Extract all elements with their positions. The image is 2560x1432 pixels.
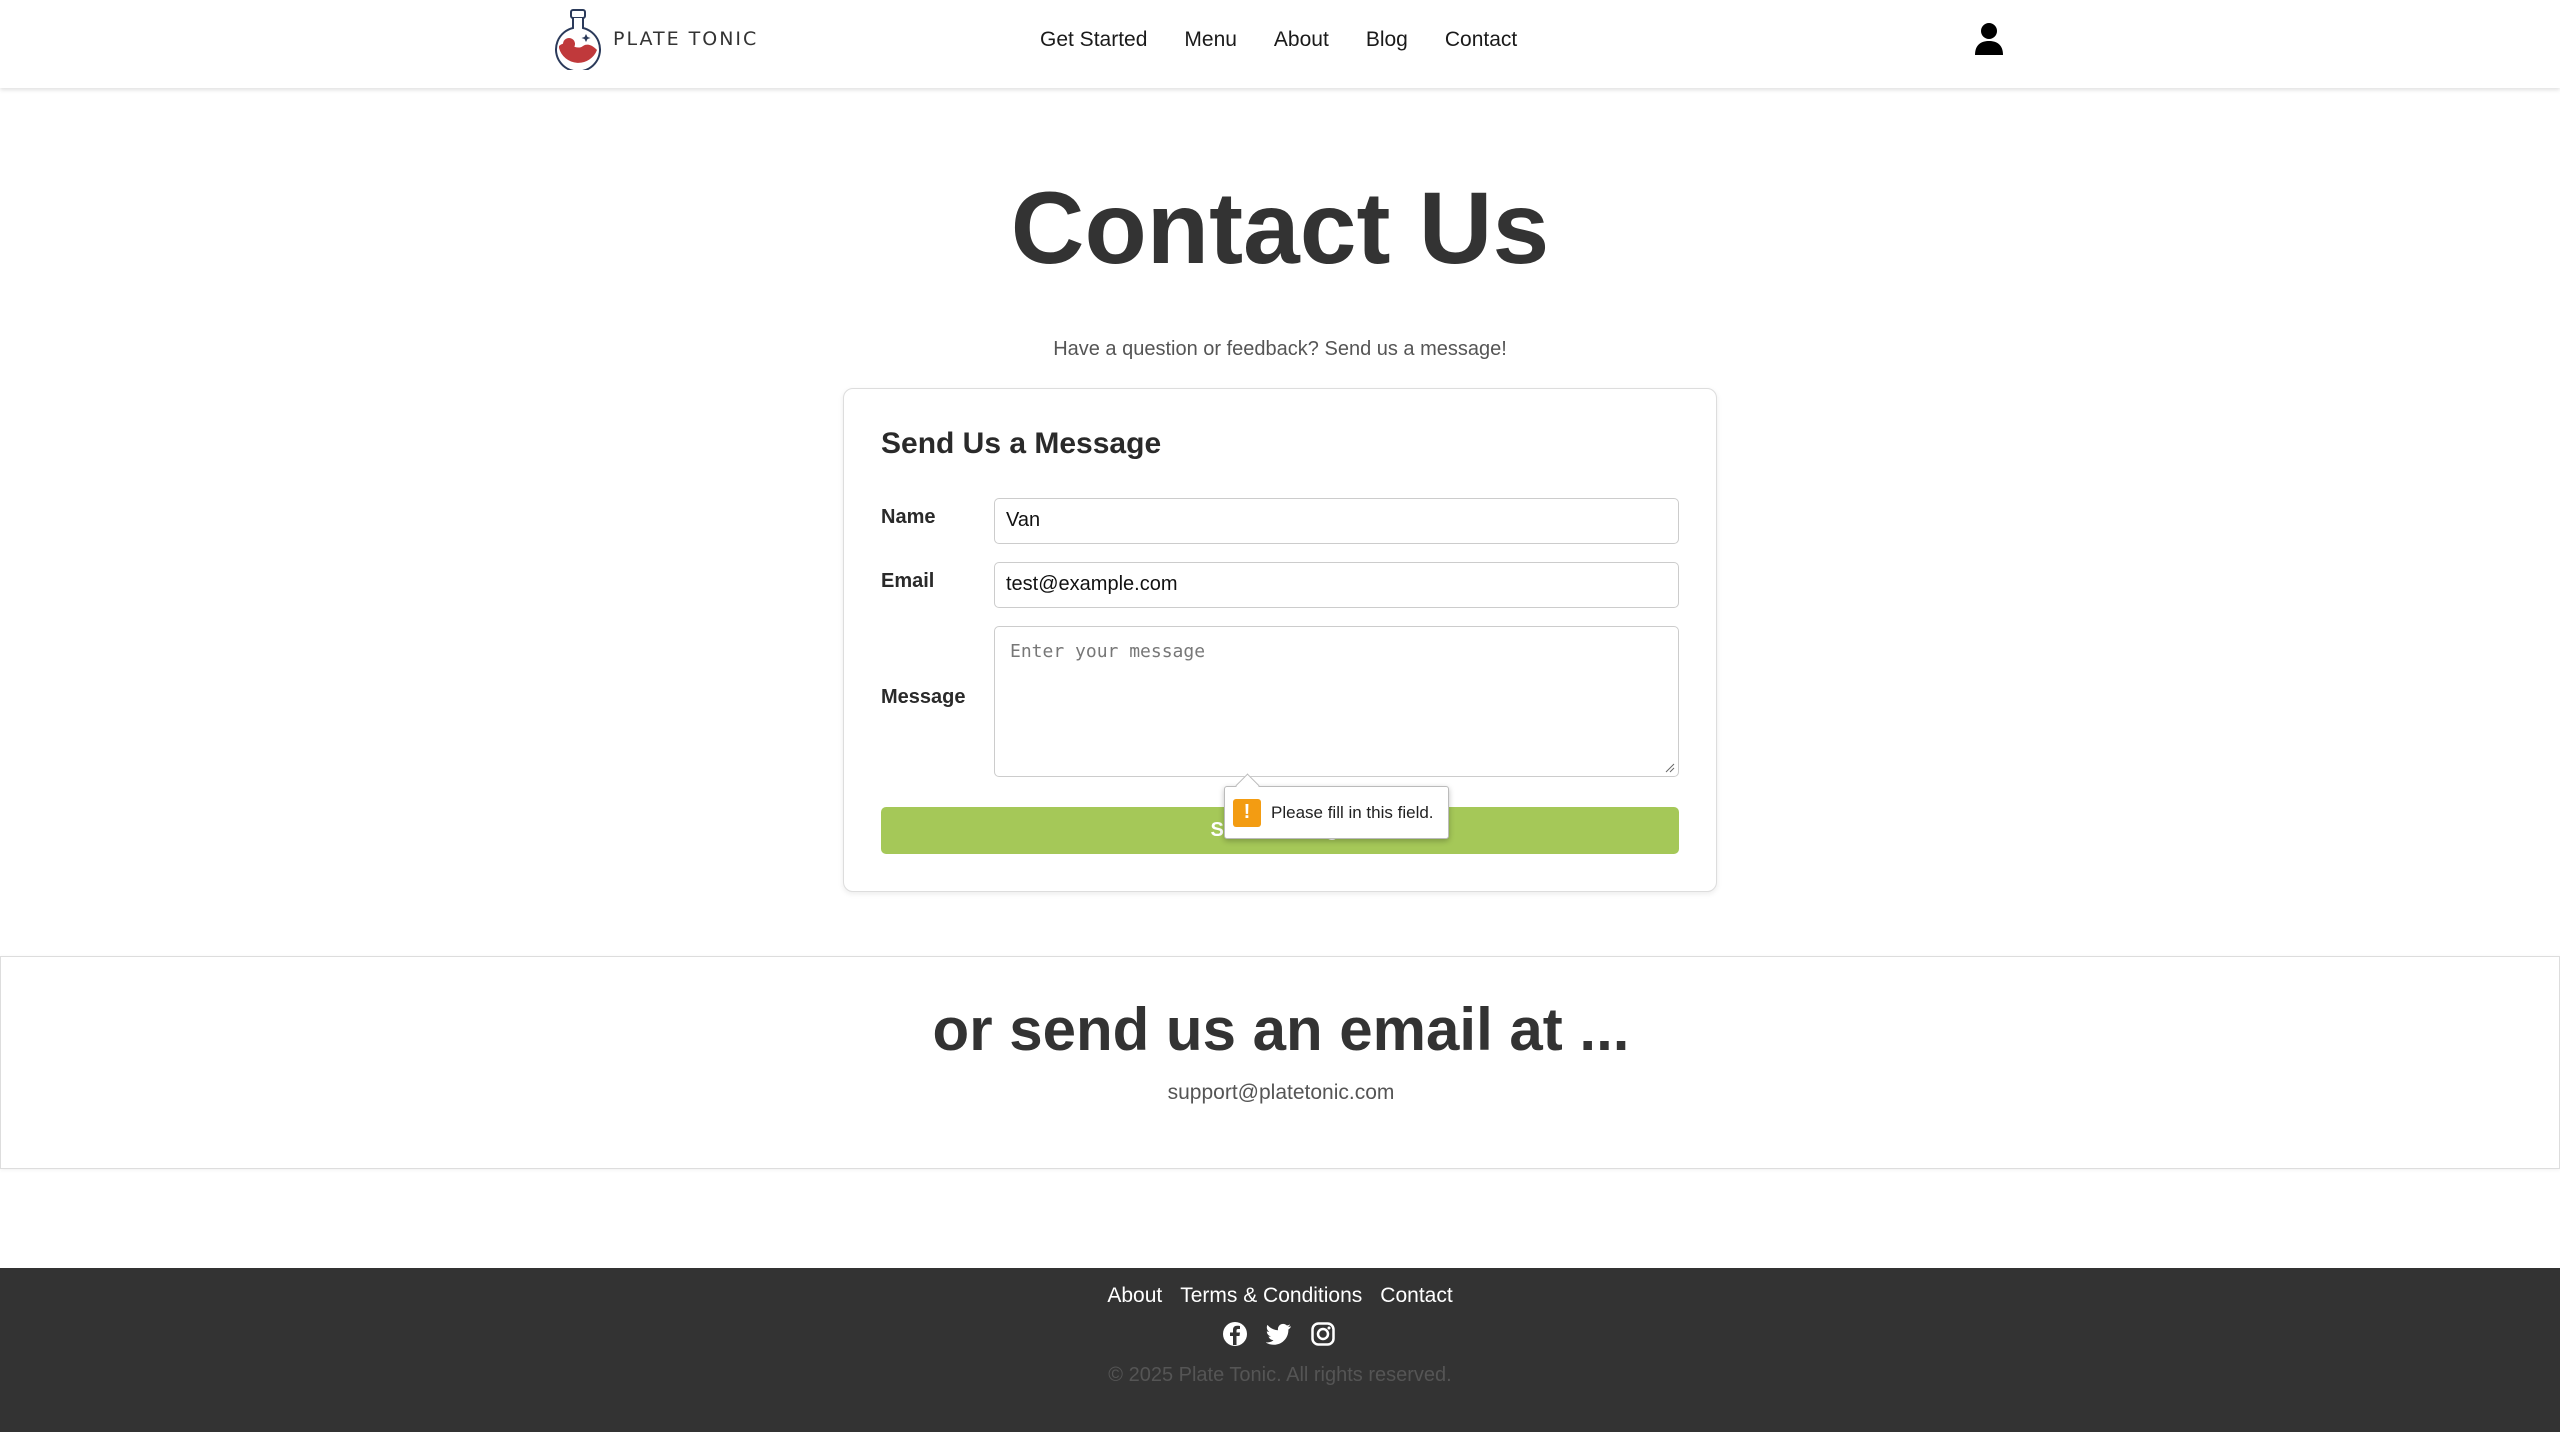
footer-link-contact[interactable]: Contact: [1380, 1284, 1452, 1308]
copyright: © 2025 Plate Tonic. All rights reserved.: [1108, 1364, 1452, 1386]
nav-contact[interactable]: Contact: [1445, 28, 1517, 52]
site-header: PLATE TONIC Get Started Menu About Blog …: [0, 0, 2560, 88]
footer-link-terms[interactable]: Terms & Conditions: [1180, 1284, 1362, 1308]
name-label: Name: [881, 506, 936, 528]
page-subtitle: Have a question or feedback? Send us a m…: [1053, 338, 1507, 360]
email-label: Email: [881, 570, 935, 592]
email-heading: or send us an email at ...: [932, 996, 1630, 1063]
footer-link-about[interactable]: About: [1107, 1284, 1162, 1308]
social-links: [1222, 1321, 1336, 1347]
nav-blog[interactable]: Blog: [1366, 28, 1408, 52]
twitter-icon[interactable]: [1265, 1321, 1292, 1347]
logo-text: PLATE TONIC: [613, 28, 759, 50]
logo[interactable]: PLATE TONIC: [553, 8, 758, 70]
message-textarea[interactable]: Enter your message: [994, 626, 1679, 777]
support-email[interactable]: support@platetonic.com: [1, 1081, 2560, 1105]
nav-menu[interactable]: Menu: [1184, 28, 1237, 52]
page-title: Contact Us: [1010, 171, 1550, 285]
main-nav: Get Started Menu About Blog Contact: [1040, 28, 1517, 52]
user-account-button[interactable]: [1974, 22, 2004, 56]
footer-links: About Terms & Conditions Contact: [0, 1284, 2560, 1308]
validation-message: Please fill in this field.: [1271, 802, 1434, 822]
user-icon: [1975, 23, 2003, 55]
name-field[interactable]: Van: [994, 498, 1679, 544]
message-placeholder: Enter your message: [1010, 641, 1206, 662]
email-section: or send us an email at ... support@plate…: [0, 956, 2560, 1169]
form-title: Send Us a Message: [881, 427, 1162, 460]
warning-icon: !: [1233, 798, 1261, 827]
instagram-icon[interactable]: [1310, 1321, 1336, 1347]
resize-handle-icon[interactable]: [1665, 763, 1675, 773]
validation-tooltip: ! Please fill in this field.: [1224, 786, 1449, 839]
potion-flask-icon: [555, 9, 601, 70]
message-label: Message: [881, 686, 966, 708]
site-footer: About Terms & Conditions Contact © 2025 …: [0, 1268, 2560, 1432]
nav-about[interactable]: About: [1274, 28, 1329, 52]
email-field[interactable]: test@example.com: [994, 562, 1679, 608]
nav-get-started[interactable]: Get Started: [1040, 28, 1147, 52]
facebook-icon[interactable]: [1222, 1321, 1248, 1347]
